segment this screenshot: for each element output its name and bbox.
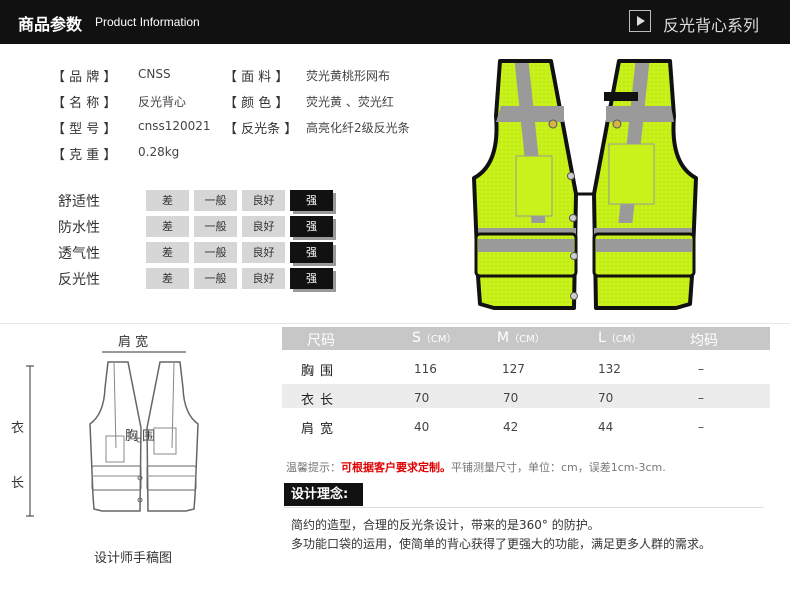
header-title-cn: 商品参数 bbox=[18, 15, 83, 34]
rating-waterproof-poor: 差 bbox=[146, 216, 189, 237]
concept-title: 设计理念: bbox=[284, 483, 363, 506]
size-row-length-free: – bbox=[698, 391, 704, 405]
spec-value-color: 荧光黄 、荧光红 bbox=[306, 95, 394, 109]
spec-label-fabric: 【 面 料 】 bbox=[224, 70, 289, 85]
rating-comfort-good: 良好 bbox=[242, 190, 285, 211]
size-row-length-s: 70 bbox=[414, 391, 430, 405]
size-row-shoulder-free: – bbox=[698, 420, 704, 434]
size-row-chest-s: 116 bbox=[414, 362, 437, 376]
rating-comfort-poor: 差 bbox=[146, 190, 189, 211]
rating-label-comfort: 舒适性 bbox=[58, 194, 100, 210]
size-row-shoulder-s: 40 bbox=[414, 420, 430, 434]
note-suffix: 平铺测量尺寸，单位：cm，误差1cm-3cm. bbox=[451, 461, 666, 474]
spec-label-brand: 【 品 牌 】 bbox=[52, 70, 117, 85]
size-row-length-band bbox=[282, 384, 770, 408]
rating-breathability-poor: 差 bbox=[146, 242, 189, 263]
vest-sketch bbox=[26, 351, 199, 517]
spec-value-fabric: 荧光黄桃形网布 bbox=[306, 69, 391, 83]
spec-label-model: 【 型 号 】 bbox=[52, 122, 117, 137]
size-header-s: S（CM） bbox=[412, 330, 457, 346]
rating-label-breathability: 透气性 bbox=[58, 246, 100, 262]
section-divider bbox=[0, 323, 790, 324]
spec-label-color: 【 颜 色 】 bbox=[224, 96, 289, 111]
concept-divider bbox=[284, 507, 764, 508]
concept-line-1: 简约的造型，合理的反光条设计，带来的是360° 的防护。 bbox=[291, 518, 600, 532]
rating-comfort-fair: 一般 bbox=[194, 190, 237, 211]
rating-comfort-strong: 强 bbox=[290, 190, 333, 211]
size-row-shoulder-label: 肩宽 bbox=[301, 422, 340, 437]
rating-label-waterproof: 防水性 bbox=[58, 220, 100, 236]
note-prefix: 温馨提示： bbox=[286, 461, 341, 474]
play-icon[interactable] bbox=[629, 10, 651, 32]
rating-reflectivity-strong: 强 bbox=[290, 268, 333, 289]
rating-reflectivity-poor: 差 bbox=[146, 268, 189, 289]
vest-product-image bbox=[472, 59, 698, 310]
size-header-label: 尺码 bbox=[307, 333, 335, 349]
header-series[interactable]: 反光背心系列 bbox=[663, 12, 759, 36]
spec-value-brand: CNSS bbox=[138, 67, 171, 81]
spec-value-weight: 0.28kg bbox=[138, 145, 180, 159]
spec-label-name: 【 名 称 】 bbox=[52, 96, 117, 111]
spec-label-reflective: 【 反光条 】 bbox=[224, 122, 298, 137]
size-header-l: L（CM） bbox=[598, 330, 642, 346]
size-row-length-m: 70 bbox=[503, 391, 519, 405]
size-row-shoulder-l: 44 bbox=[598, 420, 614, 434]
concept-line-2: 多功能口袋的运用，使简单的背心获得了更强大的功能，满足更多人群的需求。 bbox=[291, 537, 712, 551]
spec-value-name: 反光背心 bbox=[138, 95, 187, 109]
rating-waterproof-good: 良好 bbox=[242, 216, 285, 237]
rating-breathability-strong: 强 bbox=[290, 242, 333, 263]
size-row-chest-label: 胸围 bbox=[301, 364, 340, 379]
header-bar: 商品参数 Product Information 反光背心系列 bbox=[0, 0, 790, 44]
spec-value-model: cnss120021 bbox=[138, 119, 211, 133]
rating-waterproof-strong: 强 bbox=[290, 216, 333, 237]
size-row-chest-m: 127 bbox=[502, 362, 525, 376]
size-note: 温馨提示：可根据客户要求定制。平铺测量尺寸，单位：cm，误差1cm-3cm. bbox=[286, 459, 666, 475]
size-row-chest-free: – bbox=[698, 362, 704, 376]
rating-label-reflectivity: 反光性 bbox=[58, 272, 100, 288]
size-row-chest-l: 132 bbox=[598, 362, 621, 376]
size-row-length-label: 衣长 bbox=[301, 393, 340, 408]
rating-waterproof-fair: 一般 bbox=[194, 216, 237, 237]
rating-reflectivity-fair: 一般 bbox=[194, 268, 237, 289]
size-header-m: M（CM） bbox=[497, 330, 545, 346]
size-row-length-l: 70 bbox=[598, 391, 614, 405]
spec-value-reflective: 高亮化纤2级反光条 bbox=[306, 121, 410, 135]
rating-reflectivity-good: 良好 bbox=[242, 268, 285, 289]
spec-label-weight: 【 克 重 】 bbox=[52, 148, 117, 163]
header-title-en: Product Information bbox=[95, 15, 200, 29]
note-highlight: 可根据客户要求定制。 bbox=[341, 461, 451, 474]
rating-breathability-fair: 一般 bbox=[194, 242, 237, 263]
size-header-free: 均码 bbox=[690, 333, 718, 349]
rating-breathability-good: 良好 bbox=[242, 242, 285, 263]
size-row-shoulder-m: 42 bbox=[503, 420, 519, 434]
sketch-caption: 设计师手稿图 bbox=[94, 551, 173, 566]
